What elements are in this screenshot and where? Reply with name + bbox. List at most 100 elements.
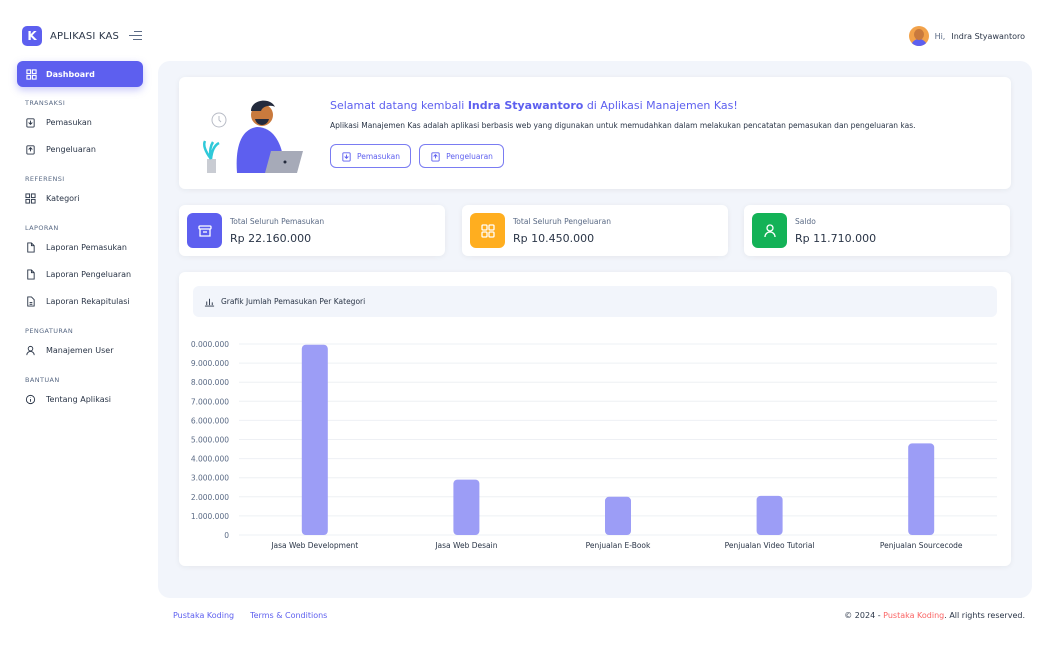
sidebar-item-label: Laporan Rekapitulasi bbox=[46, 297, 130, 306]
brand-logo-icon: K bbox=[22, 26, 42, 46]
expense-button[interactable]: Pengeluaran bbox=[419, 144, 504, 168]
footer-copyright: © 2024 - Pustaka Koding. All rights rese… bbox=[844, 611, 1025, 620]
footer-link-terms[interactable]: Terms & Conditions bbox=[250, 611, 327, 620]
x-tick-label: Penjualan E-Book bbox=[586, 541, 651, 550]
archive-icon bbox=[187, 213, 222, 248]
sidebar: Dashboard TRANSAKSI Pemasukan Pengeluara… bbox=[17, 61, 143, 413]
file-icon bbox=[25, 242, 36, 253]
user-name: Indra Styawantoro bbox=[951, 31, 1025, 41]
sidebar-section-title: PENGATURAN bbox=[25, 327, 74, 335]
sidebar-section-title: LAPORAN bbox=[25, 224, 59, 232]
y-tick-label: 0 bbox=[224, 531, 229, 540]
sidebar-item-label: Tentang Aplikasi bbox=[46, 395, 112, 404]
sidebar-section-title: REFERENSI bbox=[25, 175, 65, 183]
y-tick-label: 7.000.000 bbox=[191, 397, 229, 406]
y-tick-label: 2.000.000 bbox=[191, 493, 229, 502]
income-icon bbox=[341, 151, 352, 162]
sidebar-item-label: Pengeluaran bbox=[46, 145, 96, 154]
y-tick-label: 6.000.000 bbox=[191, 416, 229, 425]
sidebar-item-label: Kategori bbox=[46, 194, 80, 203]
x-tick-label: Jasa Web Desain bbox=[434, 541, 497, 550]
sidebar-item-pengeluaran[interactable]: Pengeluaran bbox=[17, 136, 143, 163]
stat-label: Total Seluruh Pemasukan bbox=[230, 217, 325, 226]
sidebar-item-label: Laporan Pengeluaran bbox=[46, 270, 132, 279]
menu-toggle-icon[interactable] bbox=[129, 31, 142, 41]
copyright-brand-link[interactable]: Pustaka Koding bbox=[883, 611, 944, 620]
y-tick-label: 5.000.000 bbox=[191, 436, 229, 445]
y-tick-label: 9.000.000 bbox=[191, 359, 229, 368]
expense-icon bbox=[25, 144, 36, 155]
stat-card-balance: Saldo Rp 11.710.000 bbox=[744, 205, 1010, 256]
expense-icon bbox=[430, 151, 441, 162]
avatar bbox=[908, 26, 929, 46]
bar bbox=[756, 495, 783, 535]
welcome-title-app: Aplikasi Manajemen Kas! bbox=[600, 99, 738, 112]
stat-value: Rp 11.710.000 bbox=[795, 232, 877, 245]
grid-icon bbox=[470, 213, 505, 248]
income-button-label: Pemasukan bbox=[357, 151, 400, 161]
brand-name: APLIKASI KAS bbox=[50, 30, 120, 42]
category-icon bbox=[25, 193, 36, 204]
x-tick-label: Penjualan Sourcecode bbox=[880, 541, 963, 550]
app-root: K APLIKASI KAS Hi, Indra Styawantoro Das… bbox=[0, 0, 1050, 650]
dashboard-icon bbox=[26, 68, 37, 80]
copyright-suffix: . All rights reserved. bbox=[944, 611, 1025, 620]
stat-label: Total Seluruh Pengeluaran bbox=[513, 217, 611, 226]
x-tick-label: Jasa Web Development bbox=[270, 541, 358, 550]
sidebar-item-manajemen-user[interactable]: Manajemen User bbox=[17, 337, 143, 364]
main-content: Selamat datang kembali Indra Styawantoro… bbox=[158, 61, 1032, 598]
bar bbox=[453, 479, 480, 535]
user-icon bbox=[752, 213, 787, 248]
bar-chart: 0 1.000.000 2.000.000 3.000.000 4.000.000 5.0… bbox=[191, 340, 997, 550]
sidebar-item-laporan-pemasukan[interactable]: Laporan Pemasukan bbox=[17, 234, 143, 261]
welcome-title-mid: di bbox=[586, 99, 597, 112]
income-icon bbox=[25, 117, 36, 128]
welcome-illustration bbox=[203, 100, 303, 173]
y-tick-label: 8.000.000 bbox=[191, 378, 229, 387]
x-tick-label: Penjualan Video Tutorial bbox=[725, 541, 815, 550]
file-icon bbox=[25, 269, 36, 280]
y-tick-label: 4.000.000 bbox=[191, 455, 229, 464]
stat-value: Rp 10.450.000 bbox=[513, 232, 595, 245]
income-button[interactable]: Pemasukan bbox=[330, 144, 411, 168]
file-text-icon bbox=[25, 296, 36, 307]
stat-value: Rp 22.160.000 bbox=[230, 232, 312, 245]
y-tick-label: 1.000.000 bbox=[191, 512, 229, 521]
welcome-card: Selamat datang kembali Indra Styawantoro… bbox=[179, 77, 1011, 189]
footer-links: Pustaka Koding Terms & Conditions bbox=[173, 611, 327, 620]
sidebar-item-kategori[interactable]: Kategori bbox=[17, 185, 143, 212]
sidebar-item-pemasukan[interactable]: Pemasukan bbox=[17, 109, 143, 136]
welcome-title-name: Indra Styawantoro bbox=[467, 99, 584, 112]
sidebar-item-label: Manajemen User bbox=[46, 346, 114, 355]
chart-title: Grafik Jumlah Pemasukan Per Kategori bbox=[221, 297, 366, 306]
bar bbox=[301, 344, 328, 535]
stat-label: Saldo bbox=[795, 217, 816, 226]
sidebar-item-tentang-aplikasi[interactable]: Tentang Aplikasi bbox=[17, 386, 143, 413]
stat-card-income: Total Seluruh Pemasukan Rp 22.160.000 bbox=[179, 205, 445, 256]
sidebar-item-label: Dashboard bbox=[46, 69, 95, 79]
welcome-description: Aplikasi Manajemen Kas adalah aplikasi b… bbox=[330, 121, 916, 130]
sidebar-item-label: Laporan Pemasukan bbox=[46, 243, 127, 252]
y-tick-label: 3.000.000 bbox=[191, 474, 229, 483]
y-tick-label: 0.000.000 bbox=[191, 340, 229, 349]
welcome-title: Selamat datang kembali Indra Styawantoro… bbox=[330, 99, 738, 112]
copyright-prefix: © 2024 - bbox=[844, 611, 881, 620]
footer-link-pustaka[interactable]: Pustaka Koding bbox=[173, 611, 234, 620]
sidebar-section-title: BANTUAN bbox=[25, 376, 60, 384]
bar bbox=[605, 496, 631, 535]
chart-header: Grafik Jumlah Pemasukan Per Kategori bbox=[193, 286, 997, 317]
sidebar-item-label: Pemasukan bbox=[46, 118, 92, 127]
chart-bar-icon bbox=[204, 296, 215, 307]
brand[interactable]: K APLIKASI KAS bbox=[22, 26, 119, 46]
chart-card: Grafik Jumlah Pemasukan Per Kategori 0 1.… bbox=[179, 272, 1011, 566]
bar bbox=[908, 443, 935, 535]
sidebar-section-title: TRANSAKSI bbox=[25, 99, 66, 107]
sidebar-item-laporan-rekapitulasi[interactable]: Laporan Rekapitulasi bbox=[17, 288, 143, 315]
expense-button-label: Pengeluaran bbox=[446, 151, 493, 161]
user-greeting: Hi, bbox=[934, 31, 946, 41]
user-menu[interactable]: Hi, Indra Styawantoro bbox=[908, 26, 1025, 46]
info-icon bbox=[25, 394, 36, 405]
welcome-title-prefix: Selamat datang kembali bbox=[330, 99, 465, 112]
sidebar-item-laporan-pengeluaran[interactable]: Laporan Pengeluaran bbox=[17, 261, 143, 288]
sidebar-item-dashboard[interactable]: Dashboard bbox=[17, 61, 143, 87]
